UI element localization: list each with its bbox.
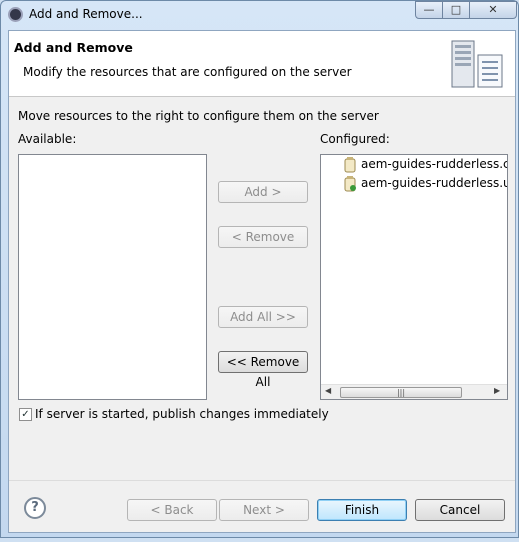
configured-list[interactable]: aem-guides-rudderless.core aem-guides-ru… [320,154,508,400]
footer-divider [9,480,515,481]
publish-immediately-checkbox[interactable]: ✓ [19,408,32,421]
close-button[interactable]: ✕ [469,1,517,19]
scroll-right-icon[interactable]: ▶ [494,386,500,395]
next-button[interactable]: Next > [219,499,309,521]
list-item[interactable]: aem-guides-rudderless.ui.c [361,176,507,194]
server-icon [451,40,503,88]
window-title: Add and Remove... [29,7,143,21]
eclipse-app-icon [8,7,23,22]
available-label: Available: [18,132,77,146]
content-package-icon [344,176,356,192]
publish-immediately-label[interactable]: If server is started, publish changes im… [35,407,329,421]
page-description: Modify the resources that are configured… [23,65,352,79]
page-title: Add and Remove [14,40,133,55]
dialog-client-area: Add and Remove Modify the resources that… [8,30,516,533]
scroll-left-icon[interactable]: ◀ [325,386,331,395]
help-icon[interactable]: ? [24,497,46,519]
scroll-thumb[interactable]: ||| [340,387,462,398]
instruction-text: Move resources to the right to configure… [18,109,379,123]
back-button[interactable]: < Back [127,499,217,521]
configured-horizontal-scrollbar[interactable]: ◀ ||| ▶ [321,384,507,399]
background-window-strip [519,0,528,542]
list-item[interactable]: aem-guides-rudderless.core [361,157,507,175]
title-bar[interactable]: Add and Remove... — □ ✕ [1,1,518,29]
cancel-button[interactable]: Cancel [415,499,505,521]
dialog-window: Add and Remove... — □ ✕ Add and Remove M… [0,0,519,538]
bundle-jar-icon [344,157,356,173]
wizard-header: Add and Remove Modify the resources that… [9,31,515,97]
maximize-button[interactable]: □ [442,1,470,19]
minimize-button[interactable]: — [415,1,443,19]
remove-all-button[interactable]: << Remove All [218,351,308,389]
available-list[interactable] [18,154,207,400]
finish-button[interactable]: Finish [317,499,407,521]
add-all-button[interactable]: Add All >> [218,306,308,328]
add-button[interactable]: Add > [218,181,308,203]
configured-label: Configured: [320,132,390,146]
remove-button[interactable]: < Remove [218,226,308,248]
